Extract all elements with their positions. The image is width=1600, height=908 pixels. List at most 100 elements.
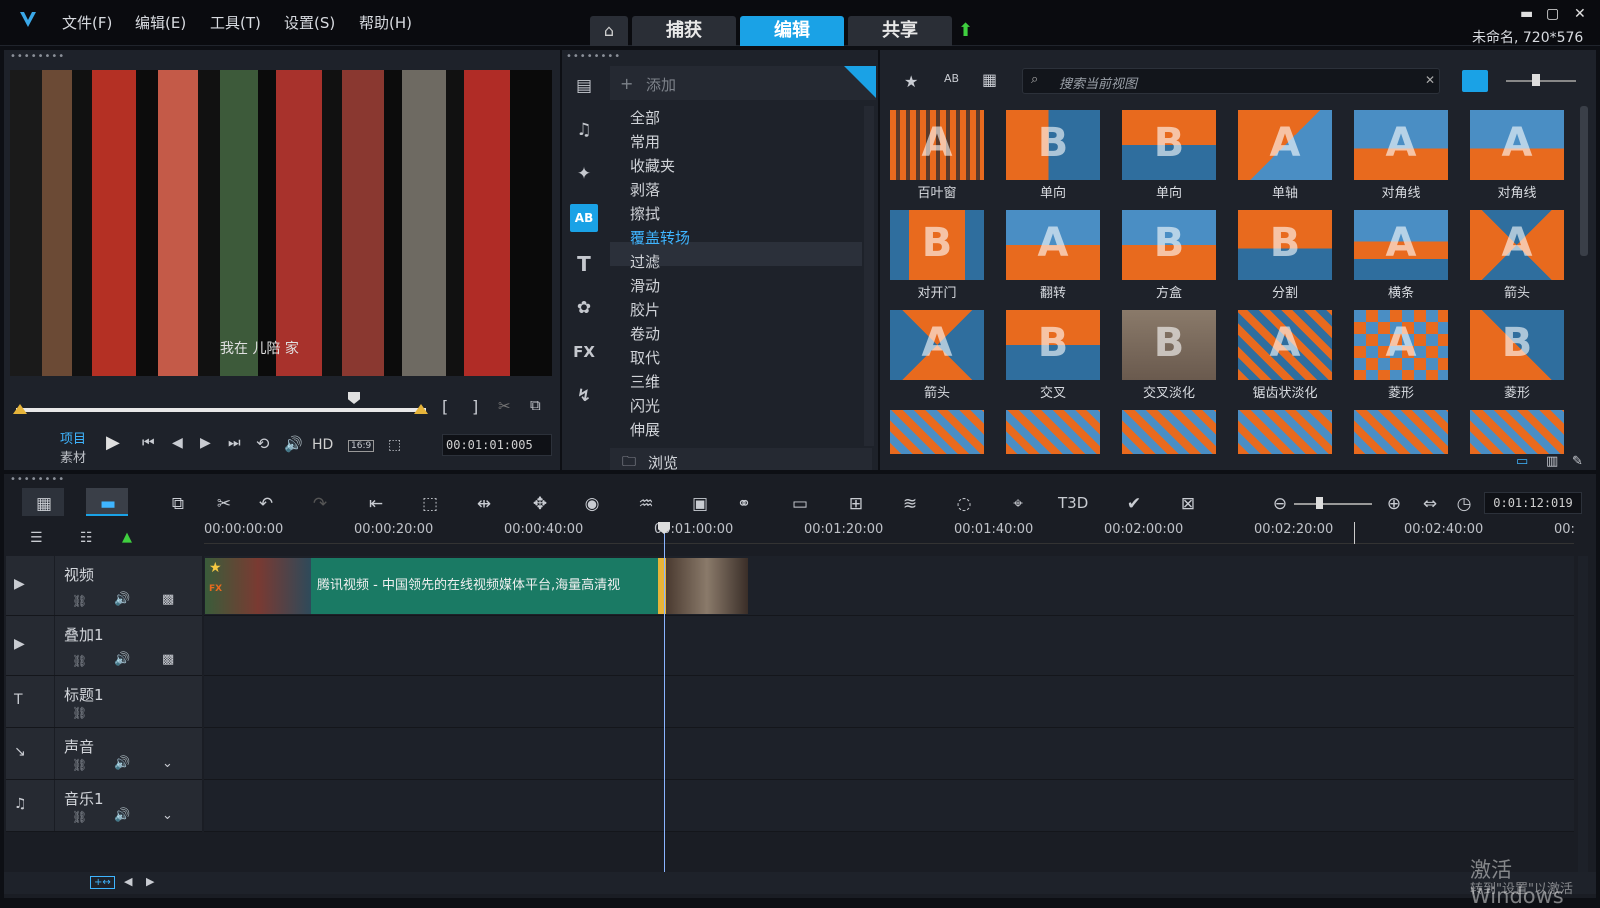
layout-icon[interactable]: ▥ bbox=[1546, 454, 1558, 469]
video-clip-2[interactable] bbox=[666, 558, 748, 614]
transition-thumbnail[interactable]: A bbox=[1354, 110, 1448, 180]
transition-thumbnail[interactable] bbox=[1006, 410, 1100, 454]
transition-thumbnail[interactable]: A bbox=[890, 110, 984, 180]
media-icon[interactable]: ▤ bbox=[570, 72, 598, 100]
transition-thumbnail[interactable] bbox=[890, 410, 984, 454]
transition-thumbnail[interactable] bbox=[1122, 410, 1216, 454]
aspect-ratio-button[interactable]: 16:9 bbox=[348, 440, 375, 452]
trim-end-handle[interactable] bbox=[414, 404, 428, 414]
library-scrollbar[interactable] bbox=[1580, 106, 1588, 256]
fit-timeline-button[interactable]: +↔ bbox=[90, 876, 115, 889]
filter-fx-icon[interactable]: FX bbox=[570, 338, 598, 366]
list-view-button[interactable] bbox=[1462, 70, 1488, 92]
title-track-header[interactable]: T 标题1 ⛓ bbox=[6, 676, 202, 728]
hd-toggle[interactable]: HD bbox=[312, 437, 333, 453]
pan-zoom-icon[interactable]: ⊠ bbox=[1174, 494, 1202, 514]
menu-file[interactable]: 文件(F) bbox=[62, 12, 112, 33]
search-box[interactable]: ⌕ 搜索当前视图 ✕ bbox=[1022, 68, 1440, 94]
category-item[interactable]: 卷动 bbox=[630, 322, 660, 346]
transition-thumbnail[interactable] bbox=[1238, 410, 1332, 454]
link-icon[interactable]: ⛓ bbox=[72, 706, 87, 720]
category-item[interactable]: 擦拭 bbox=[630, 202, 660, 226]
thumb-size-slider-knob[interactable] bbox=[1532, 74, 1540, 86]
video-preview[interactable]: 我在 儿陪 家 bbox=[10, 70, 552, 376]
motion-track-icon[interactable]: ⌖ bbox=[1004, 494, 1032, 514]
speed-icon[interactable]: ≋ bbox=[896, 494, 924, 514]
video-track-header[interactable]: ▶ 视频 ⛓ 🔊 ▩ bbox=[6, 556, 202, 616]
show-all-tracks-icon[interactable]: ☰ bbox=[30, 530, 43, 546]
loop-icon[interactable]: ◌ bbox=[950, 494, 978, 514]
edit-icon[interactable]: ✎ bbox=[1572, 454, 1583, 469]
track-manager-icon[interactable]: ⧉ bbox=[164, 494, 192, 514]
next-frame-icon[interactable]: ▶ bbox=[200, 435, 211, 451]
crop-icon[interactable]: ⬚ bbox=[388, 437, 401, 453]
mark-out-button[interactable]: ] bbox=[472, 397, 478, 416]
browse-folder-icon[interactable]: 🗀 bbox=[622, 451, 636, 475]
home-start-icon[interactable]: ⏮ bbox=[142, 435, 155, 451]
transition-thumbnail[interactable]: B bbox=[890, 210, 984, 280]
overlay-track-lane[interactable] bbox=[204, 616, 1574, 676]
zoom-out-icon[interactable]: ⊖ bbox=[1266, 494, 1294, 514]
category-item[interactable]: 滑动 bbox=[630, 274, 660, 298]
add-icon[interactable]: + bbox=[620, 74, 633, 93]
video-clip[interactable]: 腾讯视频 - 中国领先的在线视频媒体平台,海量高清视 bbox=[311, 558, 658, 614]
search-clear-icon[interactable]: ✕ bbox=[1425, 73, 1435, 87]
timecode-field[interactable]: 00:01:01:005 bbox=[442, 434, 552, 456]
instant-project-icon[interactable]: ♫ bbox=[570, 116, 598, 144]
menu-tools[interactable]: 工具(T) bbox=[210, 12, 261, 33]
motion-path-icon[interactable]: ↯ bbox=[570, 382, 598, 410]
track-transparency-icon[interactable]: ▩ bbox=[162, 592, 174, 607]
track-expand-icon[interactable]: ⌄ bbox=[162, 808, 173, 823]
repeat-icon[interactable]: ⟲ bbox=[256, 434, 269, 453]
category-item[interactable]: 剥落 bbox=[630, 178, 660, 202]
zoom-slider-knob[interactable] bbox=[1316, 497, 1323, 509]
undo-icon[interactable]: ↶ bbox=[252, 494, 280, 514]
transition-thumbnail[interactable]: A bbox=[1470, 110, 1564, 180]
transition-thumbnail[interactable]: B bbox=[1470, 310, 1564, 380]
overlay-track-header[interactable]: ▶ 叠加1 ⛓ 🔊 ▩ bbox=[6, 616, 202, 676]
template-icon[interactable]: ✦ bbox=[570, 160, 598, 188]
maximize-button[interactable]: ▢ bbox=[1546, 6, 1559, 22]
apply-transition-icon[interactable]: AB bbox=[944, 72, 959, 85]
split-icon[interactable]: ⇹ bbox=[470, 494, 498, 514]
project-mode-label[interactable]: 项目 bbox=[60, 428, 86, 447]
3d-title-icon[interactable]: T3D bbox=[1058, 494, 1088, 512]
tab-edit[interactable]: 编辑 bbox=[740, 16, 844, 46]
transition-thumbnail[interactable]: B bbox=[1122, 110, 1216, 180]
audio-wave-icon[interactable]: ♒ bbox=[632, 494, 660, 514]
category-item[interactable]: 取代 bbox=[630, 346, 660, 370]
mark-in-button[interactable]: [ bbox=[442, 397, 448, 416]
category-item[interactable]: 伸展 bbox=[630, 418, 660, 442]
graphic-icon[interactable]: ✿ bbox=[570, 294, 598, 322]
tab-capture[interactable]: 捕获 bbox=[632, 16, 736, 46]
play-icon[interactable]: ▶ bbox=[106, 432, 120, 453]
move-icon[interactable]: ✥ bbox=[526, 494, 554, 514]
menu-settings[interactable]: 设置(S) bbox=[284, 12, 335, 33]
menu-edit[interactable]: 编辑(E) bbox=[135, 12, 186, 33]
voice-track-header[interactable]: ↘ 声音 ⛓ 🔊 ⌄ bbox=[6, 728, 202, 780]
timeline-playhead[interactable] bbox=[664, 522, 665, 872]
track-volume-icon[interactable]: 🔊 bbox=[114, 592, 130, 607]
transition-thumbnail[interactable]: A bbox=[1238, 310, 1332, 380]
home-button[interactable]: ⌂ bbox=[590, 16, 628, 46]
browse-button[interactable]: 浏览 bbox=[648, 452, 678, 473]
category-item[interactable]: 收藏夹 bbox=[630, 154, 675, 178]
library-manager-icon[interactable]: ▦ bbox=[982, 70, 997, 89]
transition-thumbnail[interactable]: B bbox=[1006, 310, 1100, 380]
music-track-lane[interactable] bbox=[204, 780, 1574, 832]
previous-frame-icon[interactable]: ◀ bbox=[172, 435, 183, 451]
subtitle-icon[interactable]: ▭ bbox=[786, 494, 814, 514]
category-scrollbar[interactable] bbox=[864, 106, 874, 446]
track-volume-icon[interactable]: 🔊 bbox=[114, 652, 130, 667]
mask-icon[interactable]: ⚭ bbox=[730, 494, 758, 514]
search-input[interactable]: 搜索当前视图 bbox=[1059, 73, 1137, 92]
title-icon[interactable]: T bbox=[570, 250, 598, 278]
voice-track-lane[interactable] bbox=[204, 728, 1574, 780]
timeline-vscrollbar[interactable] bbox=[1578, 556, 1588, 872]
category-item[interactable]: 全部 bbox=[630, 106, 660, 130]
category-item[interactable]: 覆盖转场 bbox=[630, 226, 690, 250]
category-item[interactable]: 胶片 bbox=[630, 298, 660, 322]
category-item[interactable]: 过滤 bbox=[630, 250, 660, 274]
category-item[interactable]: 闪光 bbox=[630, 394, 660, 418]
link-icon[interactable]: ⛓ bbox=[72, 654, 87, 668]
